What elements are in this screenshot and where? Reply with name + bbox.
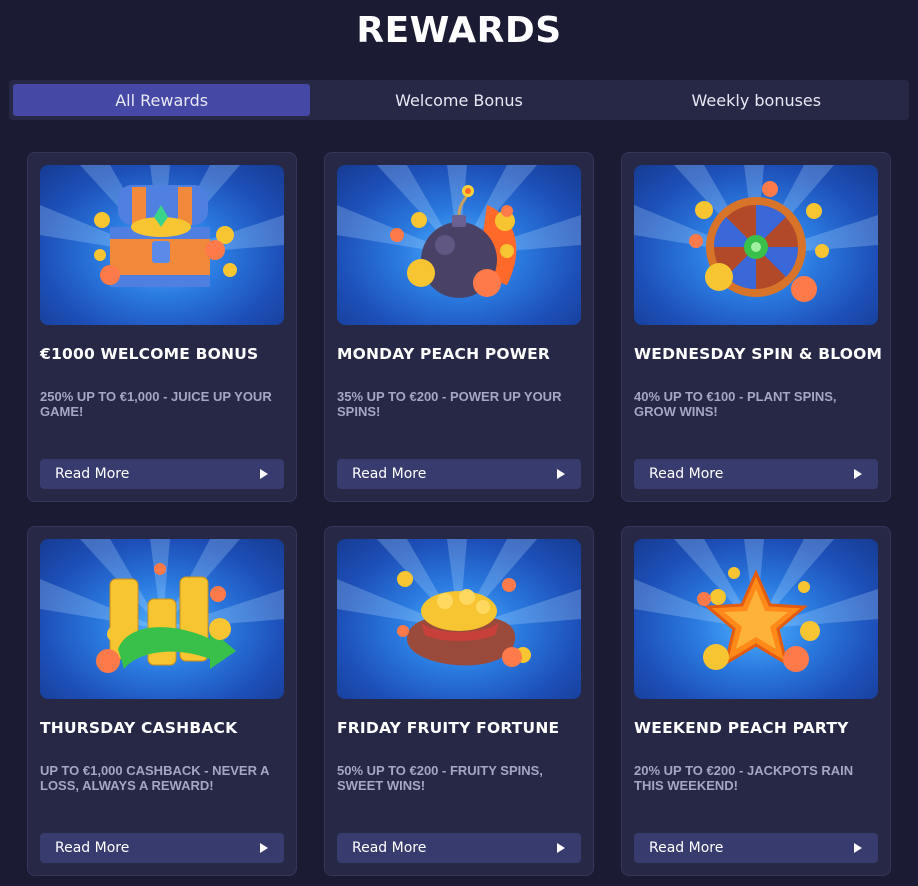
tab-welcome-bonus[interactable]: Welcome Bonus	[310, 84, 607, 116]
read-more-label: Read More	[352, 466, 427, 482]
reward-card: THURSDAY CASHBACK UP TO €1,000 CASHBACK …	[27, 526, 297, 876]
card-description: 20% UP TO €200 - JACKPOTS RAIN THIS WEEK…	[634, 763, 854, 793]
read-more-button[interactable]: Read More	[40, 459, 284, 489]
rewards-grid: €1000 WELCOME BONUS 250% UP TO €1,000 - …	[27, 152, 891, 876]
read-more-button[interactable]: Read More	[634, 459, 878, 489]
page-title: REWARDS	[356, 10, 562, 51]
read-more-label: Read More	[649, 840, 724, 856]
reward-card: WEDNESDAY SPIN & BLOOM 40% UP TO €100 - …	[621, 152, 891, 502]
read-more-button[interactable]: Read More	[337, 459, 581, 489]
reward-card: €1000 WELCOME BONUS 250% UP TO €1,000 - …	[27, 152, 297, 502]
reward-card: MONDAY PEACH POWER 35% UP TO €200 - POWE…	[324, 152, 594, 502]
card-title: MONDAY PEACH POWER	[337, 345, 551, 363]
read-more-label: Read More	[649, 466, 724, 482]
read-more-button[interactable]: Read More	[40, 833, 284, 863]
read-more-label: Read More	[55, 466, 130, 482]
reward-card: FRIDAY FRUITY FORTUNE 50% UP TO €200 - F…	[324, 526, 594, 876]
tab-all-rewards[interactable]: All Rewards	[13, 84, 311, 116]
play-icon	[854, 469, 862, 479]
card-title: €1000 WELCOME BONUS	[40, 345, 259, 363]
bomb-image[interactable]	[337, 165, 581, 325]
card-description: 50% UP TO €200 - FRUITY SPINS, SWEET WIN…	[337, 763, 543, 793]
treasure-chest-image[interactable]	[40, 165, 284, 325]
rewards-page: REWARDS All Rewards Welcome Bonus Weekly…	[0, 0, 918, 886]
coin-stacks-arrow-image[interactable]	[40, 539, 284, 699]
card-description: 35% UP TO €200 - POWER UP YOUR SPINS!	[337, 389, 562, 419]
reward-tabs: All Rewards Welcome Bonus Weekly bonuses	[9, 80, 909, 120]
card-title: WEDNESDAY SPIN & BLOOM	[634, 345, 883, 363]
card-description: 40% UP TO €100 - PLANT SPINS, GROW WINS!	[634, 389, 837, 419]
reward-card: WEEKEND PEACH PARTY 20% UP TO €200 - JAC…	[621, 526, 891, 876]
card-description: 250% UP TO €1,000 - JUICE UP YOUR GAME!	[40, 389, 272, 419]
prize-wheel-image[interactable]	[634, 165, 878, 325]
coin-sack-image[interactable]	[337, 539, 581, 699]
read-more-button[interactable]: Read More	[337, 833, 581, 863]
play-icon	[260, 469, 268, 479]
tab-weekly-bonuses[interactable]: Weekly bonuses	[608, 84, 905, 116]
play-icon	[260, 843, 268, 853]
card-title: FRIDAY FRUITY FORTUNE	[337, 719, 560, 737]
play-icon	[557, 843, 565, 853]
play-icon	[854, 843, 862, 853]
read-more-label: Read More	[55, 840, 130, 856]
star-image[interactable]	[634, 539, 878, 699]
card-title: WEEKEND PEACH PARTY	[634, 719, 849, 737]
read-more-button[interactable]: Read More	[634, 833, 878, 863]
card-title: THURSDAY CASHBACK	[40, 719, 238, 737]
card-description: UP TO €1,000 CASHBACK - NEVER A LOSS, AL…	[40, 763, 270, 793]
play-icon	[557, 469, 565, 479]
read-more-label: Read More	[352, 840, 427, 856]
